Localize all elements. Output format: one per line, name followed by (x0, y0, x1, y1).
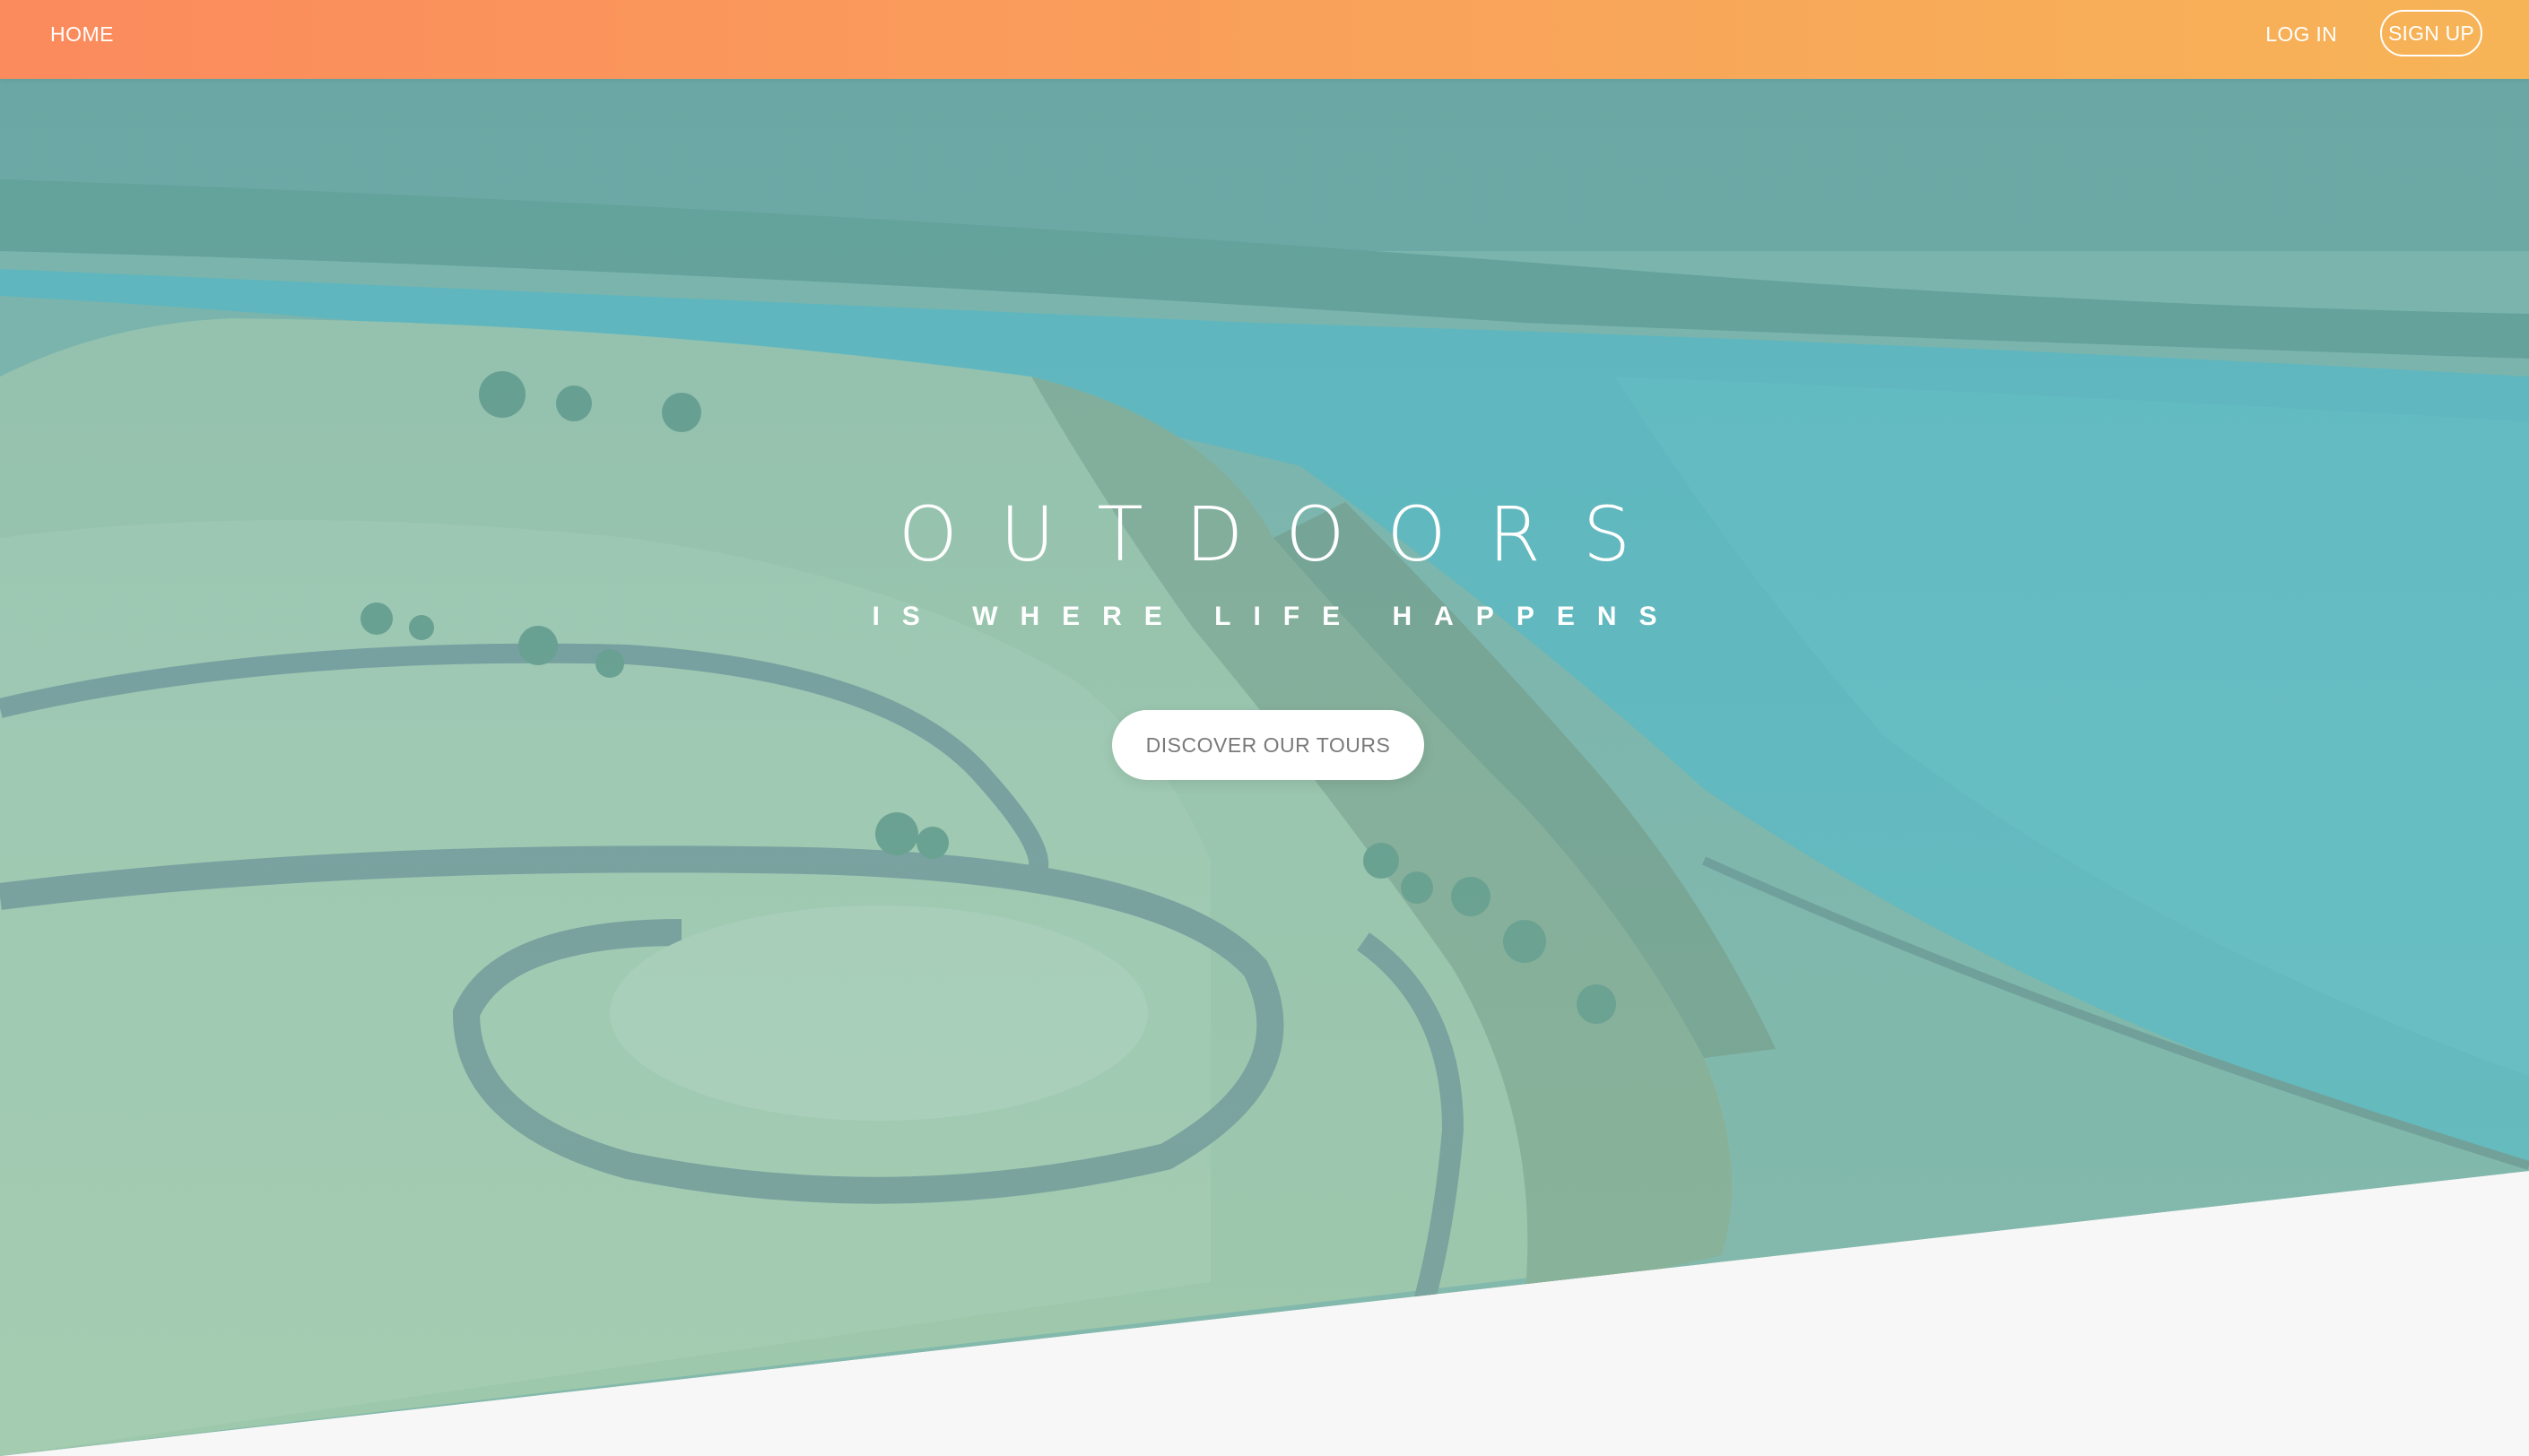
discover-tours-button[interactable]: DISCOVER OUR TOURS (1112, 710, 1424, 780)
nav-signup-button[interactable]: SIGN UP (2380, 10, 2482, 56)
hero-section: OUTDOORS IS WHERE LIFE HAPPENS DISCOVER … (0, 0, 2529, 1456)
top-navigation-bar: HOME LOG IN SIGN UP (0, 0, 2529, 79)
hero-subtitle: IS WHERE LIFE HAPPENS (872, 602, 1680, 631)
landing-page: OUTDOORS IS WHERE LIFE HAPPENS DISCOVER … (0, 0, 2529, 1456)
nav-login-link[interactable]: LOG IN (2265, 22, 2337, 47)
nav-home-link[interactable]: HOME (50, 22, 114, 47)
hero-title: OUTDOORS (898, 490, 1673, 578)
